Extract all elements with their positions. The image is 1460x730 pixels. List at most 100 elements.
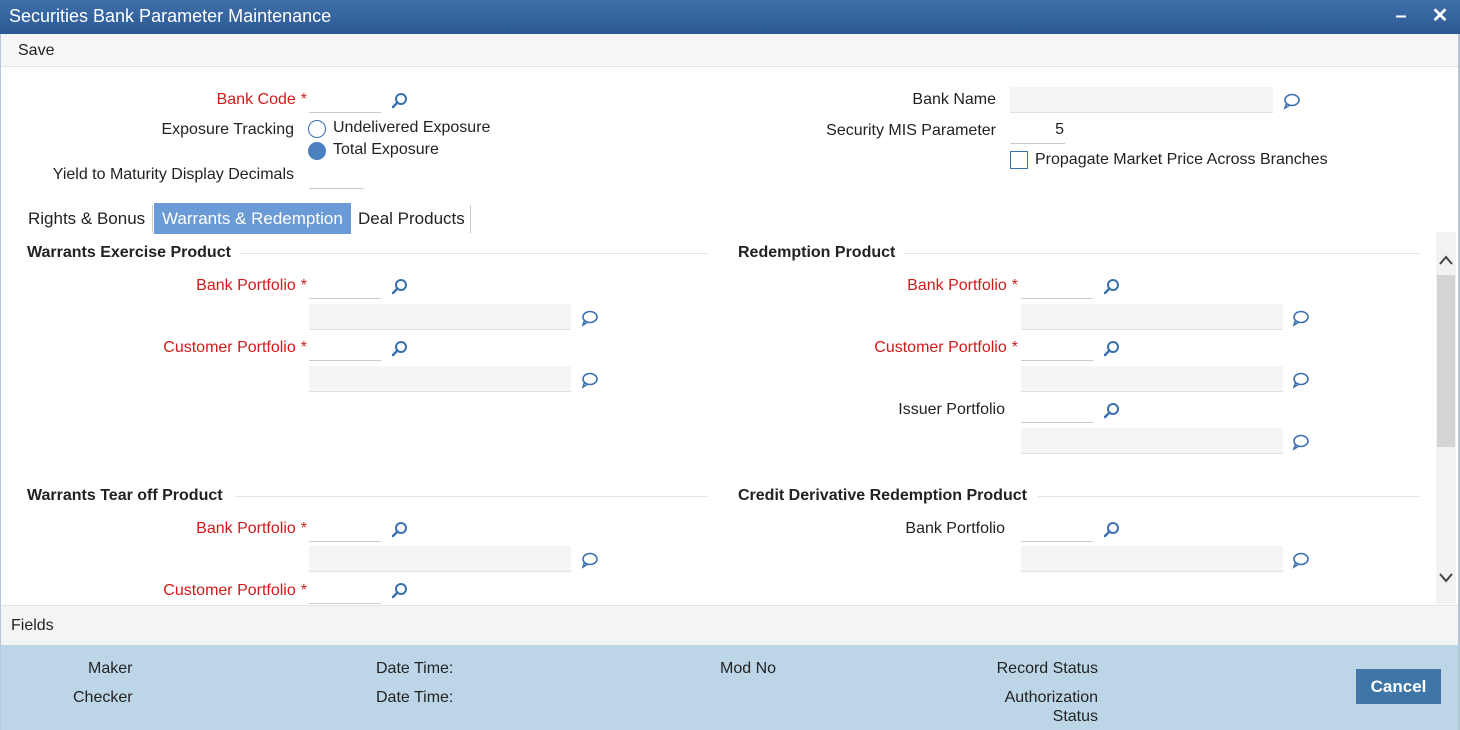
wt-bank-portfolio-label: Bank Portfolio *: [196, 520, 307, 538]
section-divider: [235, 496, 708, 497]
save-button[interactable]: Save: [18, 42, 54, 60]
window-title: Securities Bank Parameter Maintenance: [9, 6, 332, 26]
cd-bank-portfolio-description: [1021, 546, 1283, 572]
we-bank-portfolio-label-text: Bank Portfolio: [196, 277, 296, 294]
security-mis-parameter-label: Security MIS Parameter: [826, 122, 996, 139]
total-exposure-label: Total Exposure: [333, 141, 439, 158]
redemption-product-title: Redemption Product: [738, 244, 896, 261]
audit-footer: [1, 645, 1458, 730]
warrants-tear-off-title: Warrants Tear off Product: [27, 487, 223, 504]
cd-bank-portfolio-label: Bank Portfolio: [905, 520, 1005, 537]
rp-bank-portfolio-label: Bank Portfolio *: [907, 277, 1018, 295]
tab-separator: [152, 205, 153, 233]
security-mis-parameter-value: 5: [1055, 121, 1064, 138]
required-mark: *: [300, 277, 307, 294]
tab-rights-bonus[interactable]: Rights & Bonus: [20, 203, 153, 234]
credit-derivative-title: Credit Derivative Redemption Product: [738, 487, 1027, 504]
required-mark: *: [300, 339, 307, 356]
warrants-exercise-title: Warrants Exercise Product: [27, 244, 231, 261]
ytm-decimals-label: Yield to Maturity Display Decimals: [52, 166, 294, 183]
record-status-label: Record Status: [996, 660, 1098, 677]
propagate-market-price-label: Propagate Market Price Across Branches: [1035, 151, 1328, 168]
tab-deal-products[interactable]: Deal Products: [350, 203, 473, 234]
fields-bar: Fields: [1, 605, 1458, 645]
wt-customer-portfolio-input[interactable]: [309, 578, 381, 604]
undelivered-exposure-radio[interactable]: [308, 120, 326, 138]
mod-no-label: Mod No: [720, 660, 777, 677]
wt-bank-portfolio-input[interactable]: [309, 516, 381, 542]
rp-customer-portfolio-input[interactable]: [1021, 335, 1093, 361]
required-mark: *: [300, 91, 307, 108]
required-mark: *: [300, 520, 307, 537]
bank-code-label: Bank Code *: [217, 91, 307, 109]
fields-link[interactable]: Fields: [11, 617, 54, 635]
speech-bubble-icon[interactable]: [1292, 371, 1310, 389]
we-bank-portfolio-description: [309, 304, 571, 330]
bank-name-field: [1010, 87, 1273, 113]
we-customer-portfolio-input[interactable]: [309, 335, 381, 361]
search-icon[interactable]: [391, 521, 409, 539]
maker-date-time-label: Date Time:: [376, 660, 454, 677]
we-customer-portfolio-label-text: Customer Portfolio: [163, 339, 296, 356]
rp-bank-portfolio-label-text: Bank Portfolio: [907, 277, 1007, 294]
close-button[interactable]: ✕: [1428, 4, 1452, 28]
minimize-button[interactable]: –: [1389, 4, 1413, 28]
rp-bank-portfolio-input[interactable]: [1021, 273, 1093, 299]
chevron-up-icon[interactable]: [1437, 250, 1455, 270]
wt-customer-portfolio-label-text: Customer Portfolio: [163, 582, 296, 599]
search-icon[interactable]: [1103, 278, 1121, 296]
we-customer-portfolio-description: [309, 366, 571, 392]
search-icon[interactable]: [1103, 340, 1121, 358]
rp-bank-portfolio-description: [1021, 304, 1283, 330]
total-exposure-radio[interactable]: [308, 142, 326, 160]
wt-customer-portfolio-label: Customer Portfolio *: [163, 582, 307, 600]
search-icon[interactable]: [391, 340, 409, 358]
cd-bank-portfolio-input[interactable]: [1021, 516, 1093, 542]
authorization-label: Authorization: [1004, 689, 1098, 706]
undelivered-exposure-label: Undelivered Exposure: [333, 119, 491, 136]
required-mark: *: [300, 582, 307, 599]
checker-date-time-label: Date Time:: [376, 689, 454, 706]
ytm-decimals-input[interactable]: [309, 163, 364, 189]
section-divider: [240, 253, 708, 254]
rp-customer-portfolio-label: Customer Portfolio *: [874, 339, 1018, 357]
maker-label: Maker: [88, 660, 133, 677]
speech-bubble-icon[interactable]: [581, 551, 599, 569]
tab-separator: [470, 205, 471, 233]
rp-issuer-portfolio-description: [1021, 428, 1283, 454]
required-mark: *: [1011, 277, 1018, 294]
section-divider: [903, 253, 1420, 254]
speech-bubble-icon[interactable]: [1292, 309, 1310, 327]
section-divider: [1038, 496, 1420, 497]
tab-warrants-redemption[interactable]: Warrants & Redemption: [154, 203, 351, 234]
speech-bubble-icon[interactable]: [1292, 433, 1310, 451]
speech-bubble-icon[interactable]: [581, 309, 599, 327]
we-bank-portfolio-input[interactable]: [309, 273, 381, 299]
wt-bank-portfolio-description: [309, 546, 571, 572]
we-bank-portfolio-label: Bank Portfolio *: [196, 277, 307, 295]
cancel-button[interactable]: Cancel: [1356, 669, 1441, 704]
toolbar: Save: [1, 34, 1458, 67]
propagate-market-price-checkbox[interactable]: [1010, 151, 1028, 169]
search-icon[interactable]: [391, 278, 409, 296]
search-icon[interactable]: [391, 582, 409, 600]
security-mis-parameter-input[interactable]: 5: [1010, 118, 1065, 144]
chevron-down-icon[interactable]: [1437, 568, 1455, 588]
required-mark: *: [1011, 339, 1018, 356]
rp-issuer-portfolio-label: Issuer Portfolio: [898, 401, 1005, 418]
rp-issuer-portfolio-input[interactable]: [1021, 397, 1093, 423]
wt-bank-portfolio-label-text: Bank Portfolio: [196, 520, 296, 537]
speech-bubble-icon[interactable]: [1292, 551, 1310, 569]
search-icon[interactable]: [1103, 521, 1121, 539]
speech-bubble-icon[interactable]: [1283, 92, 1301, 110]
exposure-tracking-label: Exposure Tracking: [161, 121, 294, 138]
window-title-bar: Securities Bank Parameter Maintenance – …: [0, 0, 1460, 34]
search-icon[interactable]: [1103, 402, 1121, 420]
we-customer-portfolio-label: Customer Portfolio *: [163, 339, 307, 357]
bank-code-input[interactable]: [309, 87, 381, 113]
speech-bubble-icon[interactable]: [581, 371, 599, 389]
scrollbar-thumb[interactable]: [1437, 275, 1455, 447]
bank-code-label-text: Bank Code: [216, 91, 296, 108]
checker-label: Checker: [73, 689, 133, 706]
search-icon[interactable]: [391, 92, 409, 110]
